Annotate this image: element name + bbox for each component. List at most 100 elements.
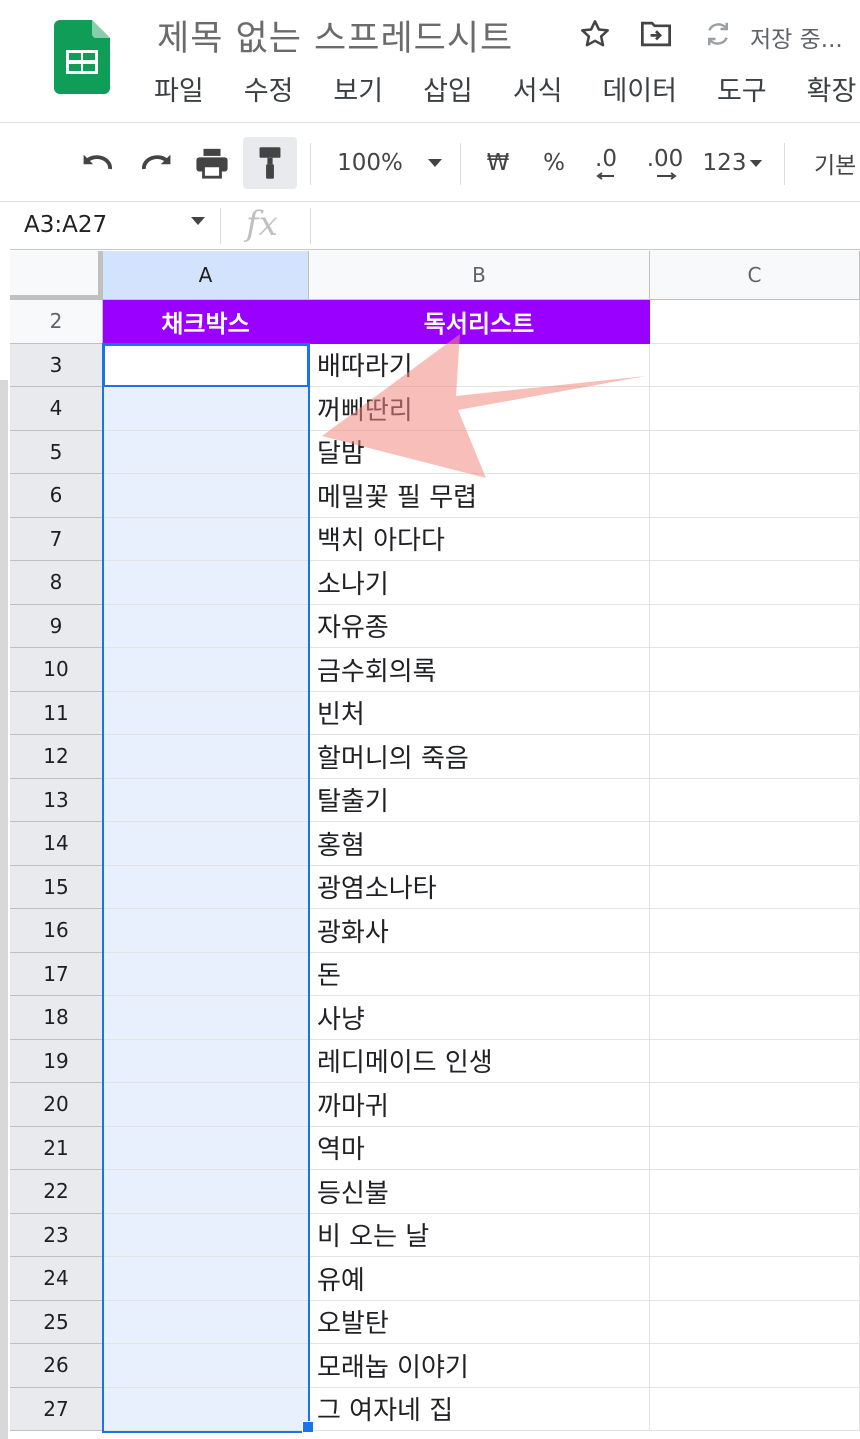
- checkbox-cell[interactable]: [103, 822, 309, 866]
- zoom-select[interactable]: 100%: [330, 137, 450, 189]
- font-select[interactable]: 기본: [814, 137, 860, 189]
- currency-format-button[interactable]: ₩: [478, 137, 518, 189]
- cell-b2[interactable]: 독서리스트: [309, 300, 650, 344]
- menu-tools[interactable]: 도구: [717, 72, 767, 112]
- checkbox-cell[interactable]: [103, 1344, 309, 1388]
- book-title-cell[interactable]: 할머니의 죽음: [309, 735, 650, 779]
- menu-data[interactable]: 데이터: [602, 72, 677, 112]
- row-header[interactable]: 12: [10, 735, 103, 779]
- more-formats-select[interactable]: 123: [700, 137, 766, 189]
- empty-cell[interactable]: [650, 909, 860, 953]
- empty-cell[interactable]: [650, 517, 860, 561]
- book-title-cell[interactable]: 백치 아다다: [309, 517, 650, 561]
- checkbox-cell[interactable]: [103, 387, 309, 431]
- row-header[interactable]: 17: [10, 952, 103, 996]
- row-header[interactable]: 9: [10, 604, 103, 648]
- checkbox-cell[interactable]: [103, 909, 309, 953]
- star-icon[interactable]: [577, 16, 613, 52]
- cell-a2[interactable]: 채크박스: [103, 300, 309, 344]
- empty-cell[interactable]: [650, 474, 860, 518]
- book-title-cell[interactable]: 레디메이드 인생: [309, 1039, 650, 1083]
- checkbox-cell[interactable]: [103, 604, 309, 648]
- increase-decimal-button[interactable]: .00: [642, 137, 688, 189]
- row-header[interactable]: 7: [10, 517, 103, 561]
- empty-cell[interactable]: [650, 343, 860, 387]
- row-header[interactable]: 16: [10, 909, 103, 953]
- row-header[interactable]: 4: [10, 387, 103, 431]
- checkbox-cell[interactable]: [103, 648, 309, 692]
- empty-cell[interactable]: [650, 778, 860, 822]
- checkbox-cell[interactable]: [103, 691, 309, 735]
- menu-format[interactable]: 서식: [513, 72, 563, 112]
- empty-cell[interactable]: [650, 604, 860, 648]
- menu-file[interactable]: 파일: [154, 72, 204, 112]
- book-title-cell[interactable]: 비 오는 날: [309, 1213, 650, 1257]
- book-title-cell[interactable]: 금수회의록: [309, 648, 650, 692]
- book-title-cell[interactable]: 광염소나타: [309, 865, 650, 909]
- row-header[interactable]: 21: [10, 1126, 103, 1170]
- checkbox-cell[interactable]: [103, 430, 309, 474]
- menu-insert[interactable]: 삽입: [423, 72, 473, 112]
- book-title-cell[interactable]: 유예: [309, 1257, 650, 1301]
- book-title-cell[interactable]: 자유종: [309, 604, 650, 648]
- row-header[interactable]: 10: [10, 648, 103, 692]
- book-title-cell[interactable]: 메밀꽃 필 무렵: [309, 474, 650, 518]
- row-header[interactable]: 22: [10, 1170, 103, 1214]
- book-title-cell[interactable]: 배따라기: [309, 343, 650, 387]
- row-header[interactable]: 11: [10, 691, 103, 735]
- row-header[interactable]: 18: [10, 996, 103, 1040]
- empty-cell[interactable]: [650, 387, 860, 431]
- empty-cell[interactable]: [650, 1387, 860, 1431]
- column-header-c[interactable]: C: [650, 251, 860, 300]
- checkbox-cell[interactable]: [103, 1170, 309, 1214]
- checkbox-cell[interactable]: [103, 735, 309, 779]
- document-title[interactable]: 제목 없는 스프레드시트: [157, 10, 513, 61]
- checkbox-cell[interactable]: [103, 1039, 309, 1083]
- book-title-cell[interactable]: 탈출기: [309, 778, 650, 822]
- row-header[interactable]: 23: [10, 1213, 103, 1257]
- undo-icon[interactable]: [76, 137, 120, 189]
- menu-edit[interactable]: 수정: [244, 72, 294, 112]
- row-header[interactable]: 14: [10, 822, 103, 866]
- book-title-cell[interactable]: 달밤: [309, 430, 650, 474]
- book-title-cell[interactable]: 등신불: [309, 1170, 650, 1214]
- row-header[interactable]: 26: [10, 1344, 103, 1388]
- active-cell-a3[interactable]: [103, 344, 309, 387]
- book-title-cell[interactable]: 역마: [309, 1126, 650, 1170]
- empty-cell[interactable]: [650, 952, 860, 996]
- column-header-b[interactable]: B: [309, 251, 650, 300]
- checkbox-cell[interactable]: [103, 517, 309, 561]
- print-icon[interactable]: [190, 137, 234, 189]
- empty-cell[interactable]: [650, 1170, 860, 1214]
- empty-cell[interactable]: [650, 561, 860, 605]
- book-title-cell[interactable]: 돈: [309, 952, 650, 996]
- row-header[interactable]: 5: [10, 430, 103, 474]
- checkbox-cell[interactable]: [103, 1387, 309, 1431]
- percent-format-button[interactable]: %: [534, 137, 574, 189]
- empty-cell[interactable]: [650, 1257, 860, 1301]
- row-header[interactable]: 20: [10, 1083, 103, 1127]
- select-all-corner[interactable]: [10, 251, 103, 300]
- book-title-cell[interactable]: 꺼삐딴리: [309, 387, 650, 431]
- row-header[interactable]: 13: [10, 778, 103, 822]
- fill-handle[interactable]: [302, 1421, 314, 1433]
- book-title-cell[interactable]: 까마귀: [309, 1083, 650, 1127]
- row-header[interactable]: 24: [10, 1257, 103, 1301]
- row-header[interactable]: 2: [10, 300, 103, 344]
- empty-cell[interactable]: [650, 735, 860, 779]
- row-header[interactable]: 6: [10, 474, 103, 518]
- paint-format-icon[interactable]: [243, 137, 297, 189]
- checkbox-cell[interactable]: [103, 1126, 309, 1170]
- row-header[interactable]: 15: [10, 865, 103, 909]
- cell-c2[interactable]: [650, 300, 860, 344]
- sheets-logo-icon[interactable]: [54, 20, 110, 94]
- empty-cell[interactable]: [650, 648, 860, 692]
- empty-cell[interactable]: [650, 1083, 860, 1127]
- row-header[interactable]: 8: [10, 561, 103, 605]
- empty-cell[interactable]: [650, 691, 860, 735]
- row-header[interactable]: 27: [10, 1387, 103, 1431]
- row-header[interactable]: 19: [10, 1039, 103, 1083]
- empty-cell[interactable]: [650, 1213, 860, 1257]
- empty-cell[interactable]: [650, 1126, 860, 1170]
- empty-cell[interactable]: [650, 822, 860, 866]
